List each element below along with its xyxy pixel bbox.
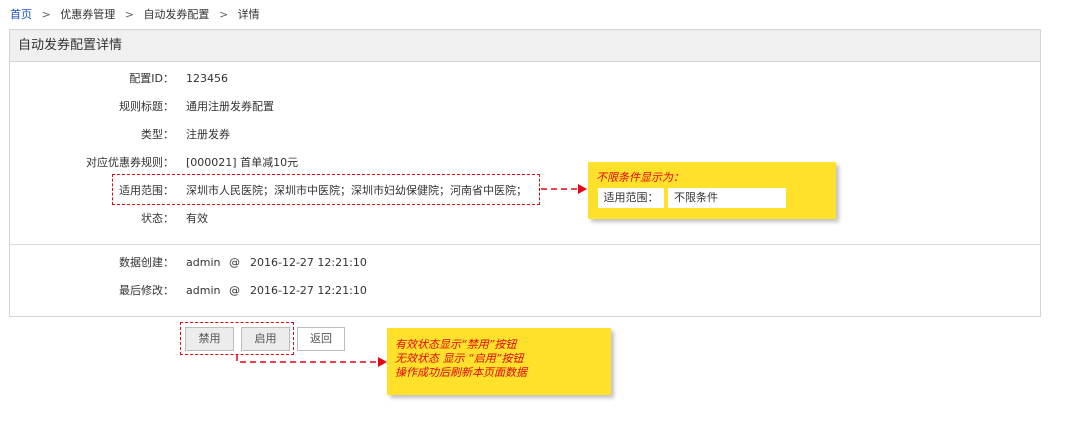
enable-button[interactable]: 启用 — [241, 327, 290, 351]
button-connector-arrow — [378, 357, 387, 367]
button-connector-line — [236, 355, 378, 363]
scope-note-title: 不限条件显示为： — [596, 171, 684, 184]
scope-note-field-value: 不限条件 — [668, 188, 786, 208]
back-button[interactable]: 返回 — [297, 327, 345, 351]
scope-note-field-label: 适用范围： — [598, 188, 664, 208]
button-annotation-note: 有效状态显示“禁用”按钮 无效状态 显示 “启用”按钮 操作成功后刷新本页面数据 — [387, 328, 611, 395]
disable-button[interactable]: 禁用 — [185, 327, 234, 351]
button-note-line: 操作成功后刷新本页面数据 — [395, 366, 527, 379]
scope-note-example-field: 适用范围： 不限条件 — [598, 188, 786, 208]
scope-connector-arrow — [578, 184, 587, 194]
scope-annotation-note: 不限条件显示为： 适用范围： 不限条件 — [588, 162, 836, 219]
button-note-line: 无效状态 显示 “启用”按钮 — [395, 352, 524, 365]
button-note-line: 有效状态显示“禁用”按钮 — [395, 338, 517, 351]
